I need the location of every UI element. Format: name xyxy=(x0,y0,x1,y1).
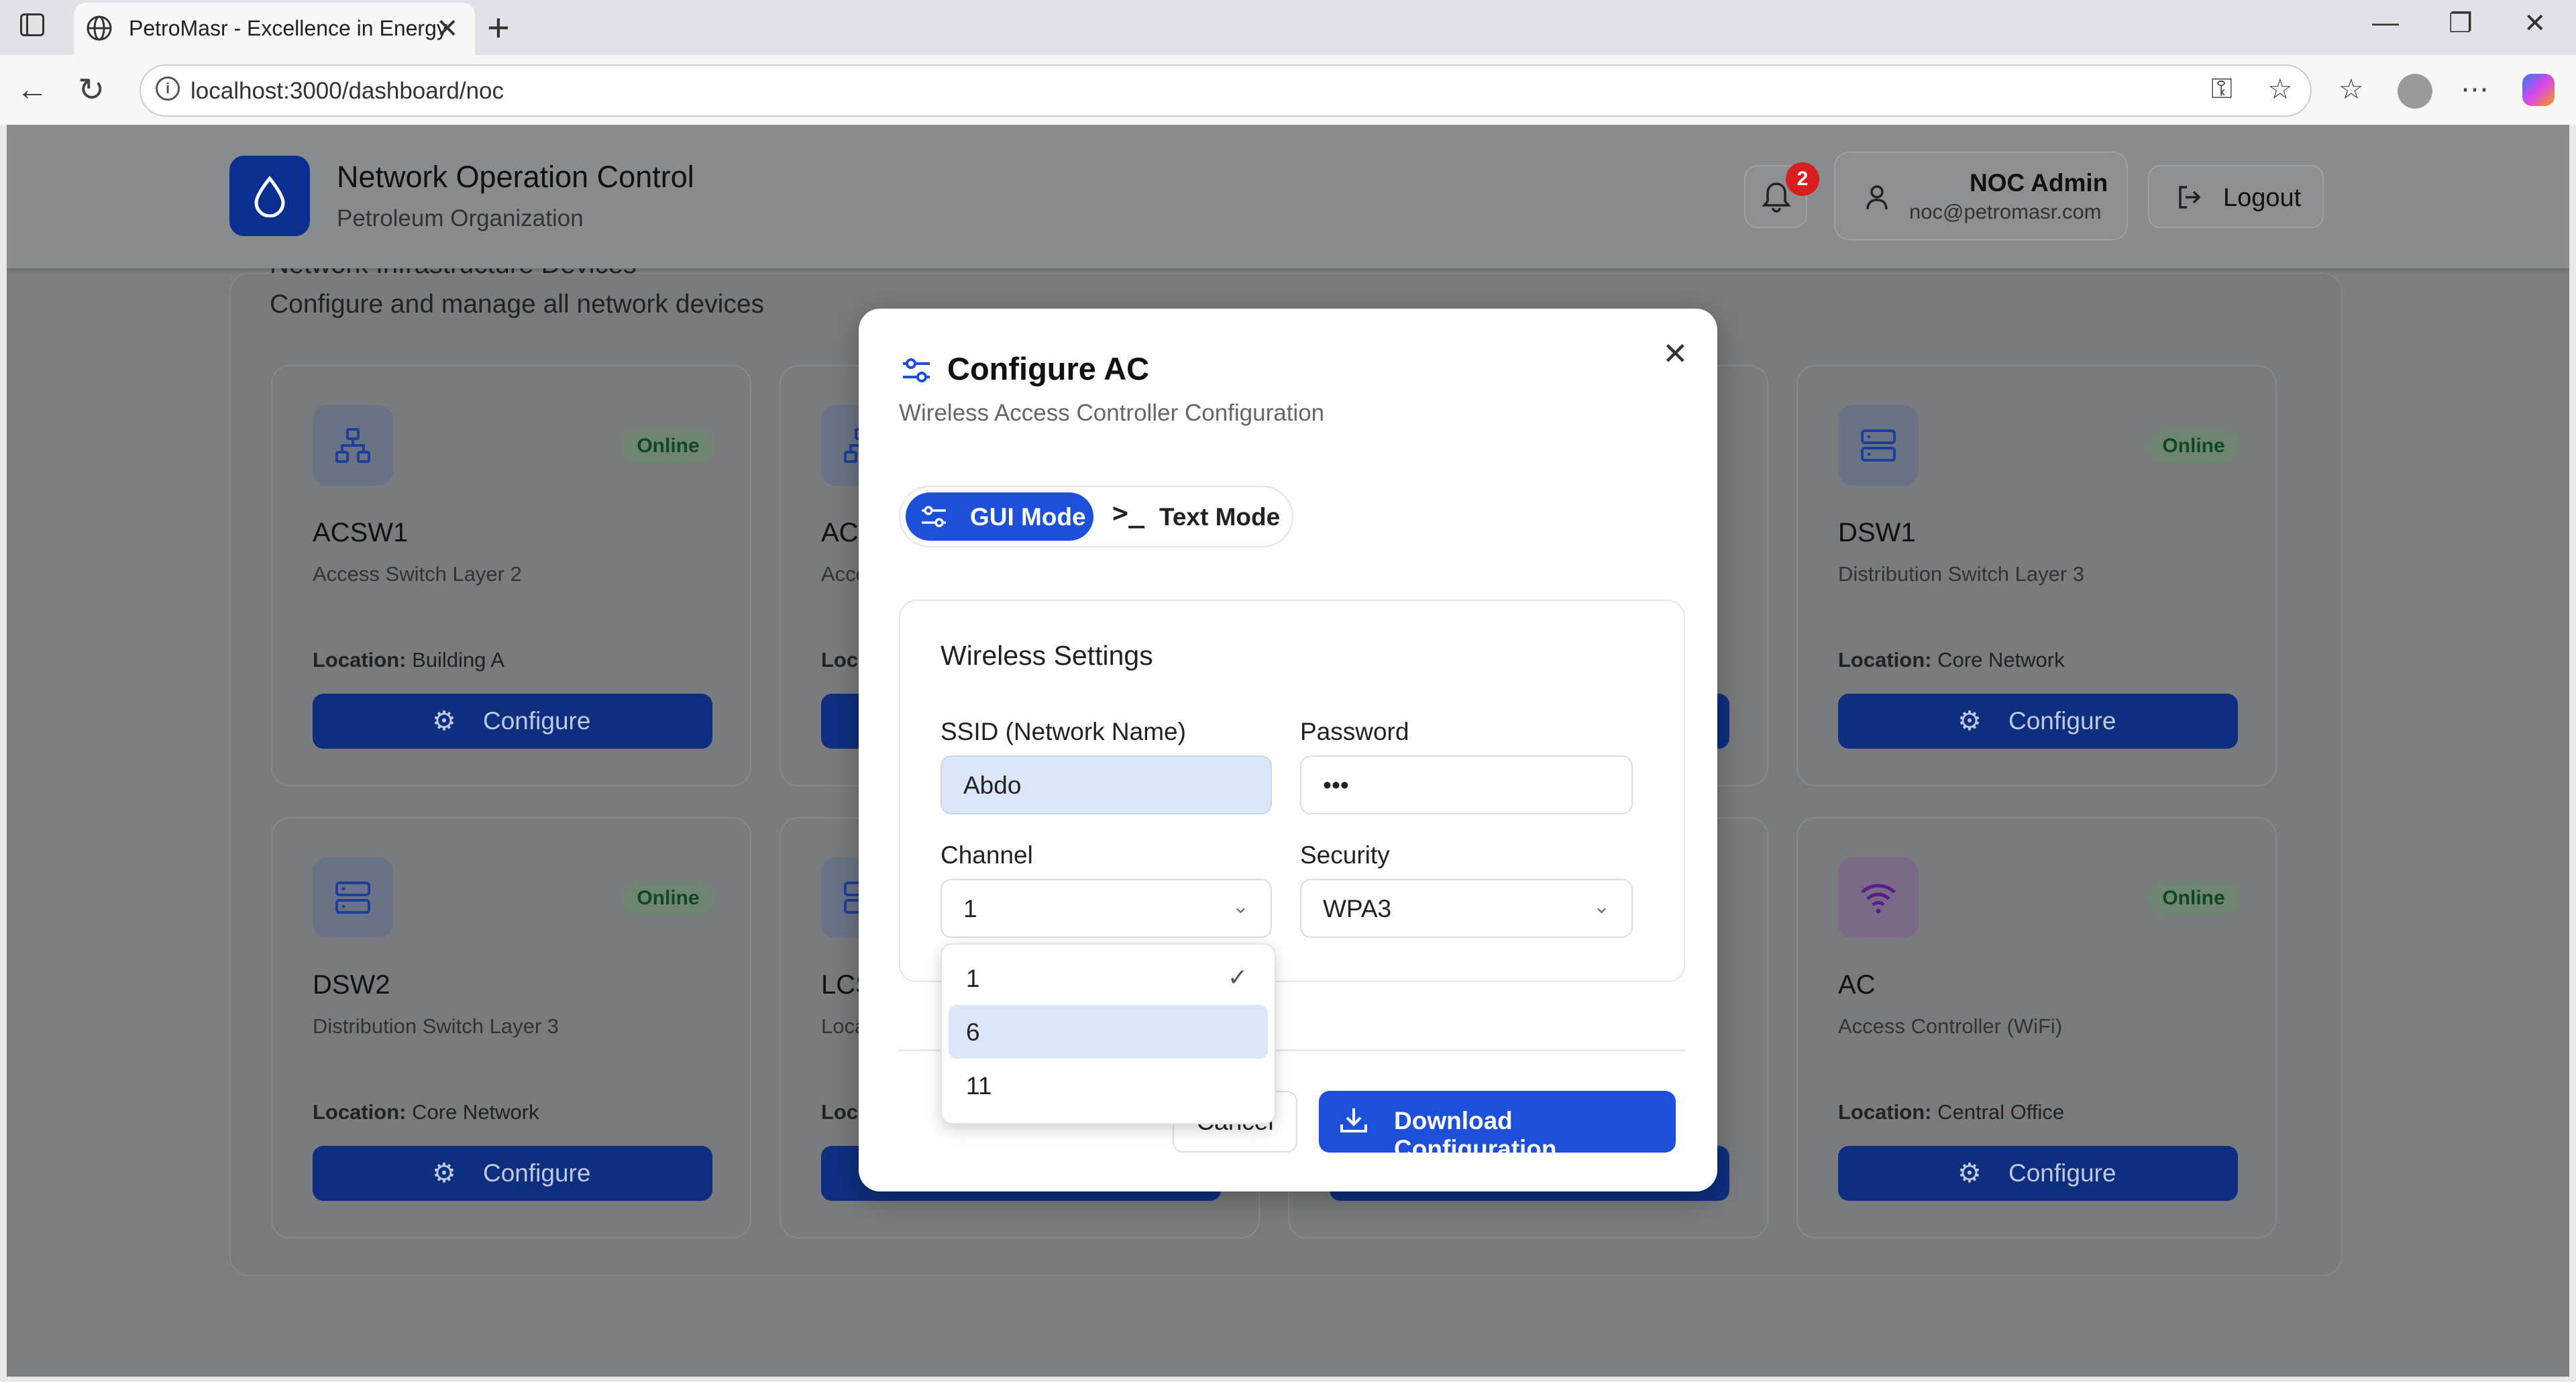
channel-label: Channel xyxy=(941,841,1033,869)
status-badge: Online xyxy=(2147,429,2241,463)
server-icon xyxy=(1861,429,1896,462)
reload-icon[interactable]: ↻ xyxy=(78,71,105,109)
device-description: Access Controller (WiFi) xyxy=(1838,1014,2063,1038)
device-name: DSW1 xyxy=(1838,518,1916,547)
logout-label: Logout xyxy=(2223,184,2302,212)
modal-title: Configure AC xyxy=(947,351,1150,386)
device-description: Access Switch Layer 2 xyxy=(313,562,522,586)
modal-subtitle: Wireless Access Controller Configuration xyxy=(899,400,1325,426)
droplet-icon xyxy=(254,176,285,217)
app-header: Network Operation Control Petroleum Orga… xyxy=(7,125,2569,268)
tab-text-mode[interactable]: Text Mode xyxy=(1159,503,1280,531)
window-close-icon[interactable]: ✕ xyxy=(2524,8,2546,39)
app-subtitle: Petroleum Organization xyxy=(337,205,584,231)
download-configuration-button[interactable]: Download Configuration xyxy=(1319,1091,1676,1163)
device-location: Location: Building A xyxy=(313,648,505,672)
app-title: Network Operation Control xyxy=(337,160,694,194)
sidebar-toggle-icon[interactable] xyxy=(20,13,44,36)
device-card-acsw1: Online ACSW1 Access Switch Layer 2 Locat… xyxy=(271,365,751,786)
logo xyxy=(229,156,310,236)
user-name: NOC Admin xyxy=(1970,169,2108,197)
close-icon[interactable]: ✕ xyxy=(1662,335,1688,372)
profile-avatar[interactable] xyxy=(2398,74,2432,109)
device-location: Location: Core Network xyxy=(1838,648,2065,672)
device-card-dsw1: Online DSW1 Distribution Switch Layer 3 … xyxy=(1796,365,2277,786)
gui-mode-label: GUI Mode xyxy=(970,503,1086,531)
settings-sliders-icon xyxy=(922,506,946,527)
channel-dropdown: 1 ✓ 6 11 xyxy=(941,943,1276,1124)
configure-button[interactable]: ⚙ Configure xyxy=(313,1146,712,1201)
ssid-label: SSID (Network Name) xyxy=(941,718,1186,745)
section-subtitle: Configure and manage all network devices xyxy=(270,290,765,319)
terminal-icon: >_ xyxy=(1112,498,1145,529)
download-icon xyxy=(1340,1108,1367,1132)
device-description: Distribution Switch Layer 3 xyxy=(313,1014,559,1038)
tab-gui-mode[interactable]: GUI Mode xyxy=(906,492,1093,541)
channel-select[interactable]: 1 ⌄ xyxy=(941,879,1272,938)
device-card-dsw2: Online DSW2 Distribution Switch Layer 3 … xyxy=(271,817,751,1238)
globe-icon xyxy=(87,15,112,41)
chevron-down-icon: ⌄ xyxy=(1593,896,1610,918)
restore-icon[interactable]: ❐ xyxy=(2449,8,2473,39)
channel-option[interactable]: 1 ✓ xyxy=(949,951,1268,1005)
configure-button[interactable]: ⚙ Configure xyxy=(313,694,712,749)
security-select[interactable]: WPA3 ⌄ xyxy=(1300,879,1633,938)
key-icon[interactable]: ⚿ xyxy=(2211,72,2233,105)
device-description: Distribution Switch Layer 3 xyxy=(1838,562,2084,586)
more-menu-icon[interactable]: ⋯ xyxy=(2461,72,2489,105)
channel-option[interactable]: 6 xyxy=(949,1005,1268,1059)
site-info-icon[interactable]: i xyxy=(156,76,180,101)
network-icon xyxy=(335,428,370,463)
device-name: ACSW1 xyxy=(313,518,409,547)
gear-icon: ⚙ xyxy=(1957,1159,1982,1188)
favorites-icon[interactable]: ☆ xyxy=(2339,72,2364,105)
chevron-down-icon: ⌄ xyxy=(1232,896,1249,918)
url-field[interactable]: i localhost:3000/dashboard/noc xyxy=(140,64,2312,117)
settings-sliders-icon xyxy=(903,358,930,382)
tab-title: PetroMasr - Excellence in Energy xyxy=(129,16,447,40)
favorite-star-icon[interactable]: ☆ xyxy=(2267,72,2293,105)
user-email: noc@petromasr.com xyxy=(1909,200,2102,223)
channel-option[interactable]: 11 xyxy=(949,1059,1268,1112)
tab-close-icon[interactable]: ✕ xyxy=(436,13,459,44)
logout-icon xyxy=(2179,186,2201,209)
wireless-settings-title: Wireless Settings xyxy=(941,640,1153,671)
gear-icon: ⚙ xyxy=(1957,706,1982,736)
status-badge: Online xyxy=(2147,882,2241,915)
notification-badge: 2 xyxy=(1786,162,1819,196)
wifi-icon xyxy=(1861,884,1896,914)
server-icon xyxy=(335,882,370,914)
device-name: AC xyxy=(1838,970,1876,1000)
minimize-icon[interactable]: — xyxy=(2372,8,2399,38)
device-icon-box xyxy=(1838,405,1919,486)
security-label: Security xyxy=(1300,841,1390,869)
url-text: localhost:3000/dashboard/noc xyxy=(191,78,504,104)
device-card-ac: Online AC Access Controller (WiFi) Locat… xyxy=(1796,817,2277,1238)
copilot-icon[interactable] xyxy=(2522,74,2555,106)
status-badge: Online xyxy=(621,882,715,915)
check-icon: ✓ xyxy=(1227,963,1248,991)
device-name: DSW2 xyxy=(313,970,390,1000)
back-icon[interactable]: ← xyxy=(16,71,48,108)
status-badge: Online xyxy=(621,429,715,463)
ssid-input[interactable]: Abdo xyxy=(941,755,1272,814)
device-icon-box xyxy=(313,857,393,938)
password-input[interactable]: ••• xyxy=(1300,755,1633,814)
device-location: Location: Central Office xyxy=(1838,1100,2065,1124)
browser-tab[interactable]: PetroMasr - Excellence in Energy ✕ xyxy=(74,3,475,55)
device-location: Location: Core Network xyxy=(313,1100,539,1124)
device-icon-box xyxy=(313,405,393,486)
user-icon xyxy=(1866,185,1888,210)
device-icon-box xyxy=(1838,857,1919,938)
gear-icon: ⚙ xyxy=(432,706,456,736)
configure-button[interactable]: ⚙ Configure xyxy=(1838,694,2238,749)
password-label: Password xyxy=(1300,718,1409,745)
gear-icon: ⚙ xyxy=(432,1159,456,1188)
configure-button[interactable]: ⚙ Configure xyxy=(1838,1146,2238,1201)
new-tab-icon[interactable]: + xyxy=(487,5,510,50)
